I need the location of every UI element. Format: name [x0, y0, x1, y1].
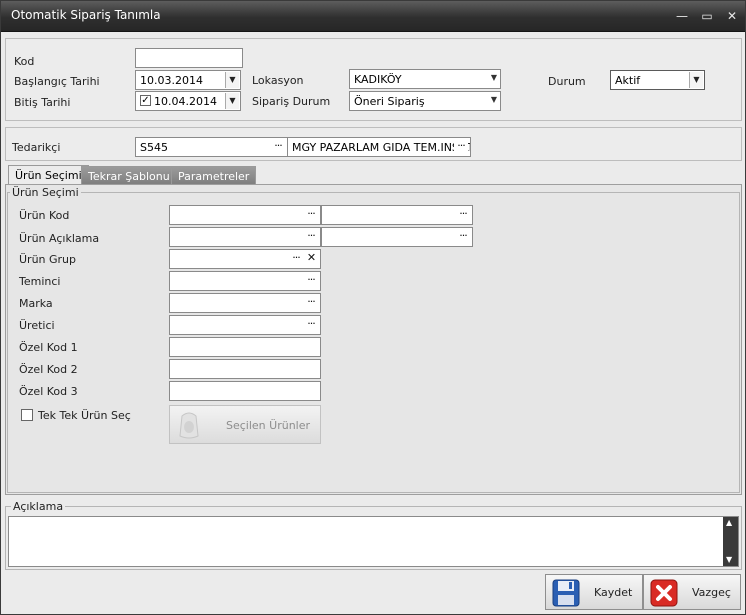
aciklama-scrollbar[interactable]: ▲ ▼ [723, 517, 738, 566]
ozel-kod-2-input[interactable] [169, 359, 321, 379]
tedarikci-code-input[interactable]: S545 ··· [135, 137, 288, 157]
chevron-down-icon[interactable]: ▼ [689, 72, 703, 88]
siparis-durum-label: Sipariş Durum [252, 95, 331, 108]
tedarikci-label: Tedarikçi [12, 141, 61, 154]
vazgec-label: Vazgeç [692, 586, 731, 599]
maximize-button[interactable]: ▭ [698, 7, 716, 25]
durum-value: Aktif [615, 74, 641, 87]
siparis-durum-select[interactable]: Öneri Sipariş ▼ [349, 91, 501, 111]
aciklama-textarea[interactable] [8, 516, 739, 567]
kod-input[interactable] [135, 48, 243, 68]
minimize-button[interactable]: — [673, 7, 691, 25]
urun-kod-input[interactable]: ··· [169, 205, 321, 225]
clear-icon[interactable]: ✕ [304, 251, 318, 264]
urun-grup-input[interactable]: ··· ✕ [169, 249, 321, 269]
baslangic-tarihi-value: 10.03.2014 [140, 74, 203, 87]
ellipsis-icon[interactable]: ··· [304, 295, 318, 308]
baslangic-tarihi-input[interactable]: 10.03.2014 ▼ [135, 70, 241, 90]
tedarikci-code-value: S545 [140, 141, 168, 154]
kaydet-button[interactable]: Kaydet [545, 574, 643, 610]
ellipsis-icon[interactable]: ··· [304, 317, 318, 330]
tek-tek-urun-sec-label: Tek Tek Ürün Seç [38, 409, 131, 422]
window-title: Otomatik Sipariş Tanımla [11, 8, 161, 22]
tedarikci-name-value: MGY PAZARLAM GIDA TEM.INS.LT [292, 141, 471, 154]
tab-content: Ürün Seçimi Ürün Kod ··· ··· Ürün Açıkla… [5, 184, 742, 495]
urun-grup-label: Ürün Grup [19, 253, 77, 266]
ellipsis-icon[interactable]: ··· [289, 251, 303, 264]
uretici-label: Üretici [19, 319, 55, 332]
urun-secimi-group-title: Ürün Seçimi [10, 186, 81, 199]
durum-select[interactable]: Aktif ▼ [610, 70, 705, 90]
lokasyon-select[interactable]: KADIKÖY ▼ [349, 69, 501, 89]
tab-parametreler[interactable]: Parametreler [171, 166, 257, 185]
bitis-tarihi-checkbox[interactable]: ✓ [140, 95, 151, 106]
kaydet-label: Kaydet [594, 586, 633, 599]
siparis-durum-value: Öneri Sipariş [354, 95, 425, 108]
kod-label: Kod [14, 55, 35, 68]
urun-aciklama-input[interactable]: ··· [169, 227, 321, 247]
cancel-icon [650, 579, 678, 607]
ellipsis-icon[interactable]: ··· [271, 139, 285, 152]
secilen-urunler-button[interactable]: Seçilen Ürünler [169, 405, 321, 444]
ellipsis-icon[interactable]: ··· [456, 229, 470, 242]
scroll-up-icon[interactable]: ▲ [726, 518, 732, 527]
ozel-kod-1-input[interactable] [169, 337, 321, 357]
ellipsis-icon[interactable]: ··· [304, 207, 318, 220]
tedarikci-name-input[interactable]: MGY PAZARLAM GIDA TEM.INS.LT ··· [287, 137, 471, 157]
ellipsis-icon[interactable]: ··· [456, 207, 470, 220]
urun-aciklama-end-input[interactable]: ··· [321, 227, 473, 247]
urun-kod-end-input[interactable]: ··· [321, 205, 473, 225]
bitis-tarihi-label: Bitiş Tarihi [14, 96, 71, 109]
ozel-kod-3-input[interactable] [169, 381, 321, 401]
chevron-down-icon[interactable]: ▼ [491, 95, 497, 104]
baslangic-tarihi-label: Başlangıç Tarihi [14, 75, 100, 88]
aciklama-title: Açıklama [11, 500, 66, 513]
tab-tekrar-sablonu[interactable]: Tekrar Şablonu [81, 166, 177, 185]
ozel-kod-2-label: Özel Kod 2 [19, 363, 78, 376]
lokasyon-label: Lokasyon [252, 74, 304, 87]
tedarikci-panel: Tedarikçi S545 ··· MGY PAZARLAM GIDA TEM… [5, 127, 742, 161]
urun-kod-label: Ürün Kod [19, 209, 70, 222]
chevron-down-icon[interactable]: ▼ [225, 93, 239, 109]
ellipsis-icon[interactable]: ··· [304, 229, 318, 242]
chevron-down-icon[interactable]: ▼ [225, 72, 239, 88]
uretici-input[interactable]: ··· [169, 315, 321, 335]
ellipsis-icon[interactable]: ··· [304, 273, 318, 286]
vazgec-button[interactable]: Vazgeç [643, 574, 741, 610]
tek-tek-urun-sec-checkbox[interactable] [21, 409, 33, 421]
ozel-kod-1-label: Özel Kod 1 [19, 341, 78, 354]
bitis-tarihi-value: 10.04.2014 [154, 95, 217, 108]
floppy-disk-icon [552, 579, 580, 607]
scroll-down-icon[interactable]: ▼ [726, 555, 732, 564]
teminci-input[interactable]: ··· [169, 271, 321, 291]
title-bar: Otomatik Sipariş Tanımla — ▭ ✕ [1, 1, 745, 32]
bag-icon [179, 412, 199, 439]
teminci-label: Teminci [19, 275, 61, 288]
window: Otomatik Sipariş Tanımla — ▭ ✕ Kod Başla… [0, 0, 746, 615]
close-button[interactable]: ✕ [723, 7, 741, 25]
durum-label: Durum [548, 75, 586, 88]
tab-urun-secimi[interactable]: Ürün Seçimi [8, 165, 89, 185]
marka-label: Marka [19, 297, 53, 310]
secilen-urunler-label: Seçilen Ürünler [226, 419, 311, 432]
bitis-tarihi-input[interactable]: ✓ 10.04.2014 ▼ [135, 91, 241, 111]
ozel-kod-3-label: Özel Kod 3 [19, 385, 78, 398]
lokasyon-value: KADIKÖY [354, 73, 402, 86]
ellipsis-icon[interactable]: ··· [454, 139, 468, 152]
chevron-down-icon[interactable]: ▼ [491, 73, 497, 82]
header-panel: Kod Başlangıç Tarihi 10.03.2014 ▼ Bitiş … [5, 38, 742, 121]
urun-aciklama-label: Ürün Açıklama [19, 232, 100, 245]
marka-input[interactable]: ··· [169, 293, 321, 313]
